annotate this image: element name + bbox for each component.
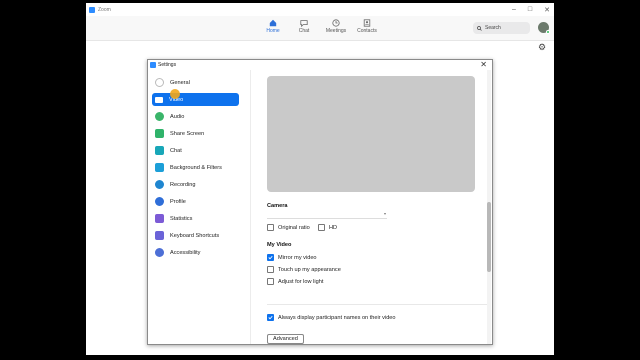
sidebar-item-profile[interactable]: Profile bbox=[152, 195, 239, 208]
checkbox-box bbox=[267, 314, 274, 321]
sidebar-item-label: Accessibility bbox=[170, 249, 201, 256]
chevron-down-icon: ▾ bbox=[383, 211, 386, 216]
checkbox-label: Adjust for low light bbox=[278, 278, 324, 285]
keyboard-icon bbox=[155, 231, 164, 240]
search-input[interactable]: Search bbox=[473, 22, 530, 34]
checkmark-icon bbox=[268, 255, 273, 260]
camera-label: Camera bbox=[267, 203, 288, 209]
sidebar-item-label: General bbox=[170, 79, 190, 86]
sidebar-item-recording[interactable]: Recording bbox=[152, 178, 239, 191]
camera-select[interactable]: ▾ bbox=[267, 210, 387, 219]
advanced-button[interactable]: Advanced bbox=[267, 334, 304, 344]
sidebar-item-label: Chat bbox=[170, 147, 182, 154]
sidebar-item-accessibility[interactable]: Accessibility bbox=[152, 246, 239, 259]
sidebar-item-chat[interactable]: Chat bbox=[152, 144, 239, 157]
accessibility-icon bbox=[155, 248, 164, 257]
settings-sidebar: General Video Audio Share Screen Chat Ba… bbox=[148, 70, 251, 344]
sidebar-item-background-filters[interactable]: Background & Filters bbox=[152, 161, 239, 174]
zoom-logo-icon bbox=[150, 62, 156, 68]
record-icon bbox=[155, 180, 164, 189]
maximize-button[interactable]: □ bbox=[528, 6, 532, 13]
my-video-label: My Video bbox=[267, 242, 292, 248]
hd-checkbox[interactable]: HD bbox=[318, 224, 337, 231]
mouse-cursor-highlight bbox=[170, 89, 180, 99]
video-preview bbox=[267, 76, 475, 192]
original-ratio-checkbox[interactable]: Original ratio bbox=[267, 224, 310, 231]
sidebar-item-label: Recording bbox=[170, 181, 196, 188]
sidebar-item-general[interactable]: General bbox=[152, 76, 239, 89]
tab-home-label: Home bbox=[266, 28, 280, 34]
tab-meetings-label: Meetings bbox=[325, 28, 347, 34]
settings-title: Settings bbox=[158, 62, 177, 68]
close-window-button[interactable]: ✕ bbox=[544, 6, 550, 14]
checkbox-box bbox=[267, 254, 274, 261]
video-camera-icon bbox=[155, 96, 163, 103]
search-icon bbox=[477, 25, 482, 31]
checkbox-label: Original ratio bbox=[278, 224, 310, 231]
checkbox-label: Always display participant names on thei… bbox=[278, 314, 396, 321]
tab-chat[interactable]: Chat bbox=[286, 19, 322, 34]
search-placeholder: Search bbox=[485, 25, 501, 31]
video-settings-panel: Camera ▾ Original ratio HD My Video Mirr… bbox=[252, 70, 492, 344]
sidebar-item-keyboard-shortcuts[interactable]: Keyboard Shortcuts bbox=[152, 229, 239, 242]
tab-contacts-label: Contacts bbox=[357, 28, 377, 34]
checkbox-box bbox=[267, 224, 274, 231]
contacts-icon bbox=[363, 19, 371, 27]
mirror-video-checkbox[interactable]: Mirror my video bbox=[267, 254, 317, 261]
divider bbox=[267, 304, 489, 305]
sidebar-item-label: Audio bbox=[170, 113, 185, 120]
checkbox-box bbox=[267, 266, 274, 273]
close-icon[interactable]: ✕ bbox=[480, 60, 487, 70]
low-light-checkbox[interactable]: Adjust for low light bbox=[267, 278, 323, 285]
background-icon bbox=[155, 163, 164, 172]
gear-icon[interactable]: ⚙ bbox=[538, 43, 547, 52]
checkbox-label: Mirror my video bbox=[278, 254, 317, 261]
profile-icon bbox=[155, 197, 164, 206]
checkbox-label: Touch up my appearance bbox=[278, 266, 341, 273]
checkbox-box bbox=[267, 278, 274, 285]
tab-contacts[interactable]: Contacts bbox=[349, 19, 385, 34]
statistics-icon bbox=[155, 214, 164, 223]
avatar[interactable] bbox=[538, 22, 550, 34]
sidebar-item-label: Background & Filters bbox=[170, 164, 222, 171]
sidebar-item-label: Keyboard Shortcuts bbox=[170, 232, 220, 239]
chat-icon bbox=[155, 146, 164, 155]
settings-dialog: Settings ✕ General Video Audio Share Scr… bbox=[147, 59, 493, 345]
home-icon bbox=[269, 19, 277, 27]
status-dot bbox=[546, 30, 550, 34]
sidebar-item-label: Share Screen bbox=[170, 130, 205, 137]
sidebar-item-audio[interactable]: Audio bbox=[152, 110, 239, 123]
checkbox-label: HD bbox=[329, 224, 338, 231]
zoom-logo-icon bbox=[89, 6, 95, 13]
share-screen-icon bbox=[155, 129, 164, 138]
sidebar-item-video[interactable]: Video bbox=[152, 93, 239, 106]
minimize-button[interactable]: – bbox=[512, 6, 516, 13]
checkbox-box bbox=[318, 224, 325, 231]
sidebar-item-statistics[interactable]: Statistics bbox=[152, 212, 239, 225]
chat-icon bbox=[300, 20, 308, 27]
title-bar: Zoom – □ ✕ bbox=[86, 3, 554, 16]
sidebar-item-label: Profile bbox=[170, 198, 186, 205]
tab-chat-label: Chat bbox=[298, 28, 310, 34]
window-title: Zoom bbox=[98, 6, 111, 13]
display-names-checkbox[interactable]: Always display participant names on thei… bbox=[267, 314, 396, 321]
general-icon bbox=[155, 78, 164, 87]
checkmark-icon bbox=[268, 315, 273, 320]
touch-up-checkbox[interactable]: Touch up my appearance bbox=[267, 266, 341, 273]
headphones-icon bbox=[155, 112, 164, 121]
clock-icon bbox=[332, 19, 340, 27]
scrollbar-thumb[interactable] bbox=[487, 202, 491, 272]
sidebar-item-label: Statistics bbox=[170, 215, 193, 222]
settings-title-bar: Settings ✕ bbox=[148, 60, 492, 70]
top-nav: Home Chat Meetings Contacts Search bbox=[86, 16, 554, 41]
sidebar-item-share-screen[interactable]: Share Screen bbox=[152, 127, 239, 140]
